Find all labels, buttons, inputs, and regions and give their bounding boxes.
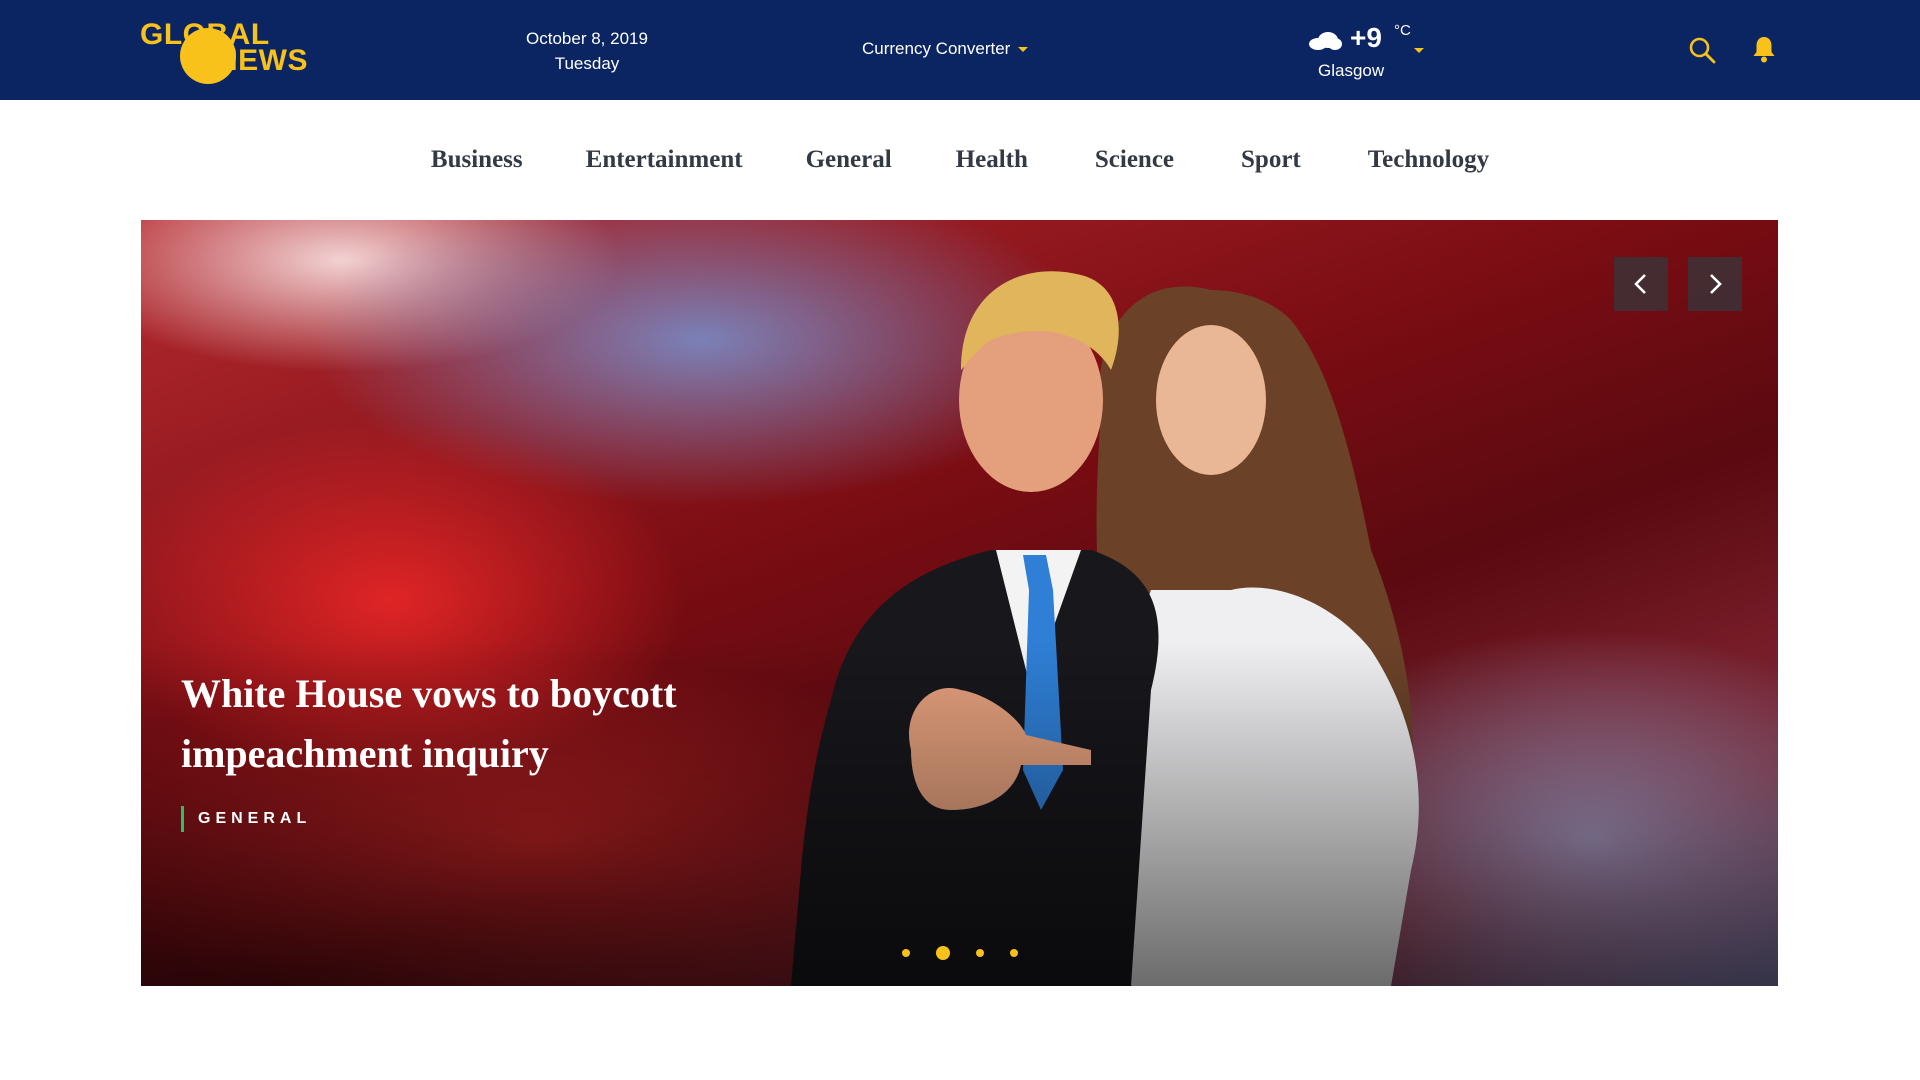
slider-dot-1[interactable] xyxy=(901,949,910,957)
hero-headline-line2: impeachment inquiry xyxy=(181,731,549,776)
chevron-down-icon xyxy=(1414,48,1424,53)
nav-item-health[interactable]: Health xyxy=(956,146,1028,174)
slider-prev-button[interactable] xyxy=(1614,257,1668,311)
currency-converter-label: Currency Converter xyxy=(862,39,1011,58)
bell-icon[interactable] xyxy=(1752,35,1776,63)
weather-widget[interactable]: +9 °C Glasgow xyxy=(1300,18,1430,84)
nav-item-business[interactable]: Business xyxy=(431,146,523,174)
nav-item-entertainment[interactable]: Entertainment xyxy=(586,146,743,174)
weekday-text: Tuesday xyxy=(554,54,620,73)
currency-converter-dropdown[interactable]: Currency Converter xyxy=(862,39,1029,59)
top-bar: GLOBAL NEWS October 8, 2019 Tuesday Curr… xyxy=(0,0,1920,100)
slider-pagination xyxy=(141,946,1778,960)
chevron-down-icon xyxy=(1018,46,1029,52)
cloud-icon xyxy=(1309,32,1342,50)
chevron-left-icon xyxy=(1634,274,1646,294)
temperature-value: +9 xyxy=(1350,22,1382,53)
hero-gradient-overlay xyxy=(141,220,1778,986)
slider-dot-2[interactable] xyxy=(935,946,950,960)
current-date: October 8, 2019 Tuesday xyxy=(487,26,687,76)
logo-text-news: NEWS xyxy=(216,44,308,77)
hero-headline-line1: White House vows to boycott xyxy=(181,671,677,716)
weather-city: Glasgow xyxy=(1318,61,1385,80)
category-nav: Business Entertainment General Health Sc… xyxy=(0,100,1920,220)
hero-headline[interactable]: White House vows to boycott impeachment … xyxy=(181,664,801,784)
date-text: October 8, 2019 xyxy=(526,29,648,48)
temperature-unit: °C xyxy=(1394,22,1411,39)
slider-dot-4[interactable] xyxy=(1009,949,1018,957)
nav-item-technology[interactable]: Technology xyxy=(1368,146,1489,174)
slider-next-button[interactable] xyxy=(1688,257,1742,311)
chevron-right-icon xyxy=(1710,274,1722,294)
hero-slider[interactable]: White House vows to boycott impeachment … xyxy=(141,220,1778,986)
nav-item-general[interactable]: General xyxy=(806,146,892,174)
site-logo[interactable]: GLOBAL NEWS xyxy=(140,16,310,84)
search-icon[interactable] xyxy=(1688,36,1716,64)
nav-item-science[interactable]: Science xyxy=(1095,146,1174,174)
nav-item-sport[interactable]: Sport xyxy=(1241,146,1301,174)
hero-category-tag[interactable]: GENERAL xyxy=(181,806,311,832)
slider-dot-3[interactable] xyxy=(975,949,984,957)
